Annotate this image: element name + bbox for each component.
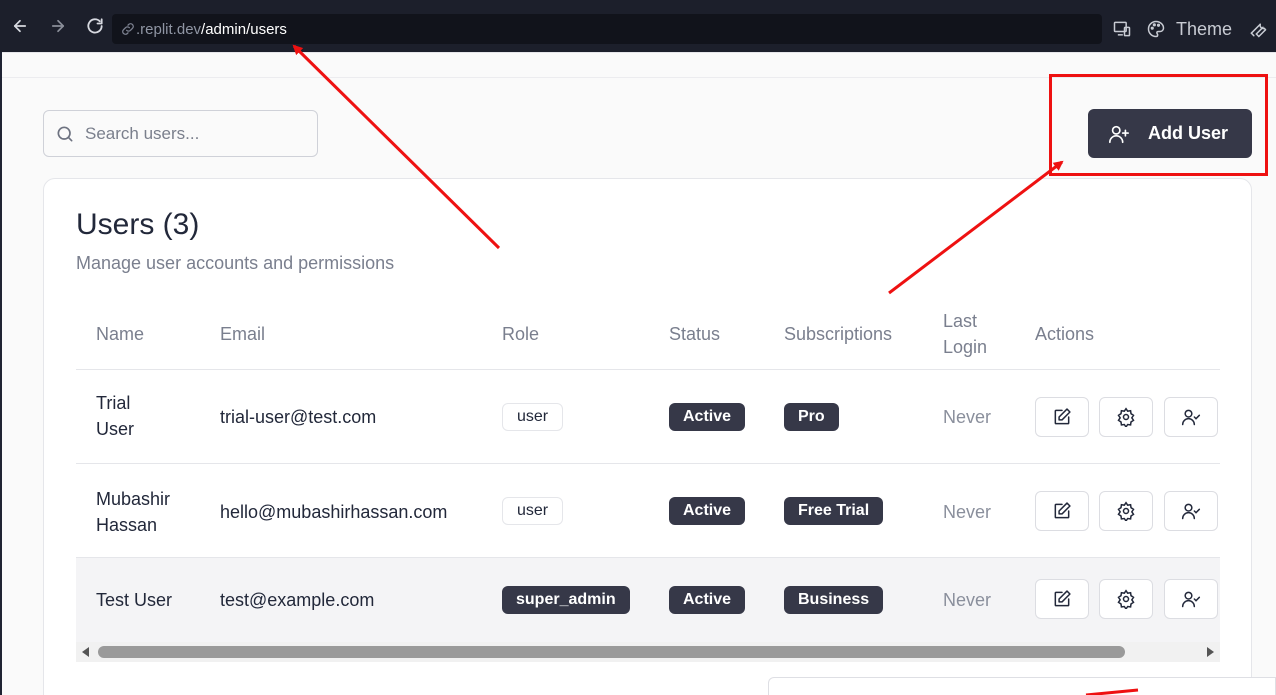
user-name: Trial User	[96, 390, 134, 442]
header-last-login-line1: Last	[943, 311, 978, 331]
edit-icon	[1052, 589, 1072, 609]
user-name-line1: Trial	[96, 393, 131, 413]
header-role: Role	[502, 324, 540, 344]
settings-icon	[1116, 501, 1136, 521]
status-badge: Active	[669, 586, 746, 614]
edit-icon	[1052, 501, 1072, 521]
role-badge: super_admin	[502, 586, 630, 614]
user-email: trial-user@test.com	[220, 407, 377, 427]
subscription-badge: Pro	[784, 403, 839, 431]
link-icon	[120, 21, 136, 37]
status-badge: Active	[669, 403, 746, 431]
users-table: Name Email Role Status Subscriptions Las…	[76, 299, 1220, 642]
page-subtitle: Manage user accounts and permissions	[76, 253, 395, 273]
table-row: Test User test@example.com super_admin A…	[76, 558, 1220, 642]
status-badge: Active	[669, 497, 746, 525]
user-check-icon	[1181, 501, 1201, 521]
user-name-line2: User	[96, 419, 135, 439]
search-input[interactable]	[85, 123, 305, 144]
search-icon	[55, 124, 75, 144]
search-box[interactable]	[43, 110, 318, 157]
role-badge: user	[502, 403, 564, 431]
user-email: hello@mubashirhassan.com	[220, 502, 448, 522]
url-path: /admin/users	[201, 20, 287, 38]
user-settings-button[interactable]	[1099, 397, 1153, 437]
header-last-login: Last Login	[943, 308, 987, 360]
wrench-icon[interactable]	[1248, 14, 1268, 44]
user-name: Test User	[96, 590, 173, 610]
settings-icon	[1116, 407, 1136, 427]
edit-user-button[interactable]	[1035, 491, 1089, 531]
last-login: Never	[943, 407, 992, 427]
users-card: Users (3) Manage user accounts and permi…	[43, 178, 1252, 695]
table-row: Mubashir Hassan hello@mubashirhassan.com…	[76, 464, 1220, 558]
header-name: Name	[96, 324, 145, 344]
user-activate-button[interactable]	[1164, 491, 1218, 531]
header-email: Email	[220, 324, 266, 344]
edit-user-button[interactable]	[1035, 397, 1089, 437]
edit-icon	[1052, 407, 1072, 427]
user-settings-button[interactable]	[1099, 491, 1153, 531]
user-check-icon	[1181, 407, 1201, 427]
subscription-badge: Free Trial	[784, 497, 884, 525]
header-last-login-line2: Login	[943, 337, 988, 357]
annotation-highlight-box	[1049, 74, 1268, 176]
scroll-left-icon[interactable]	[82, 647, 89, 657]
scroll-right-icon[interactable]	[1207, 647, 1214, 657]
bottom-panel-edge	[768, 677, 1276, 695]
edit-user-button[interactable]	[1035, 579, 1089, 619]
header-status: Status	[669, 324, 721, 344]
scrollbar-thumb[interactable]	[98, 646, 1125, 658]
address-bar[interactable]: .replit.dev/admin/users	[112, 14, 1102, 44]
last-login: Never	[943, 590, 992, 610]
user-check-icon	[1181, 589, 1201, 609]
user-name: Mubashir Hassan	[96, 486, 170, 538]
theme-label: Theme	[1176, 18, 1233, 39]
last-login: Never	[943, 502, 992, 522]
user-activate-button[interactable]	[1164, 397, 1218, 437]
page-title: Users (3)	[76, 208, 200, 241]
header-subscriptions: Subscriptions	[784, 324, 893, 344]
user-settings-button[interactable]	[1099, 579, 1153, 619]
reload-icon[interactable]	[83, 14, 107, 38]
role-badge: user	[502, 497, 564, 525]
user-name-line2: Hassan	[96, 515, 158, 535]
theme-button[interactable]: Theme	[1146, 14, 1232, 44]
horizontal-scrollbar[interactable]	[76, 642, 1220, 662]
table-row: Trial User trial-user@test.com user Acti…	[76, 370, 1220, 464]
page-content: Add User Users (3) Manage user accounts …	[2, 52, 1276, 695]
header-actions: Actions	[1035, 324, 1095, 344]
url-domain: .replit.dev	[136, 20, 202, 38]
devices-icon[interactable]	[1112, 14, 1132, 44]
browser-toolbar: .replit.dev/admin/users Theme	[0, 0, 1276, 52]
user-name-line1: Mubashir	[96, 489, 171, 509]
palette-icon	[1146, 19, 1166, 39]
user-activate-button[interactable]	[1164, 579, 1218, 619]
settings-icon	[1116, 589, 1136, 609]
subscription-badge: Business	[784, 586, 884, 614]
user-email: test@example.com	[220, 590, 375, 610]
table-header: Name Email Role Status Subscriptions Las…	[76, 299, 1220, 370]
forward-arrow-icon[interactable]	[46, 14, 70, 38]
back-arrow-icon[interactable]	[8, 14, 32, 38]
